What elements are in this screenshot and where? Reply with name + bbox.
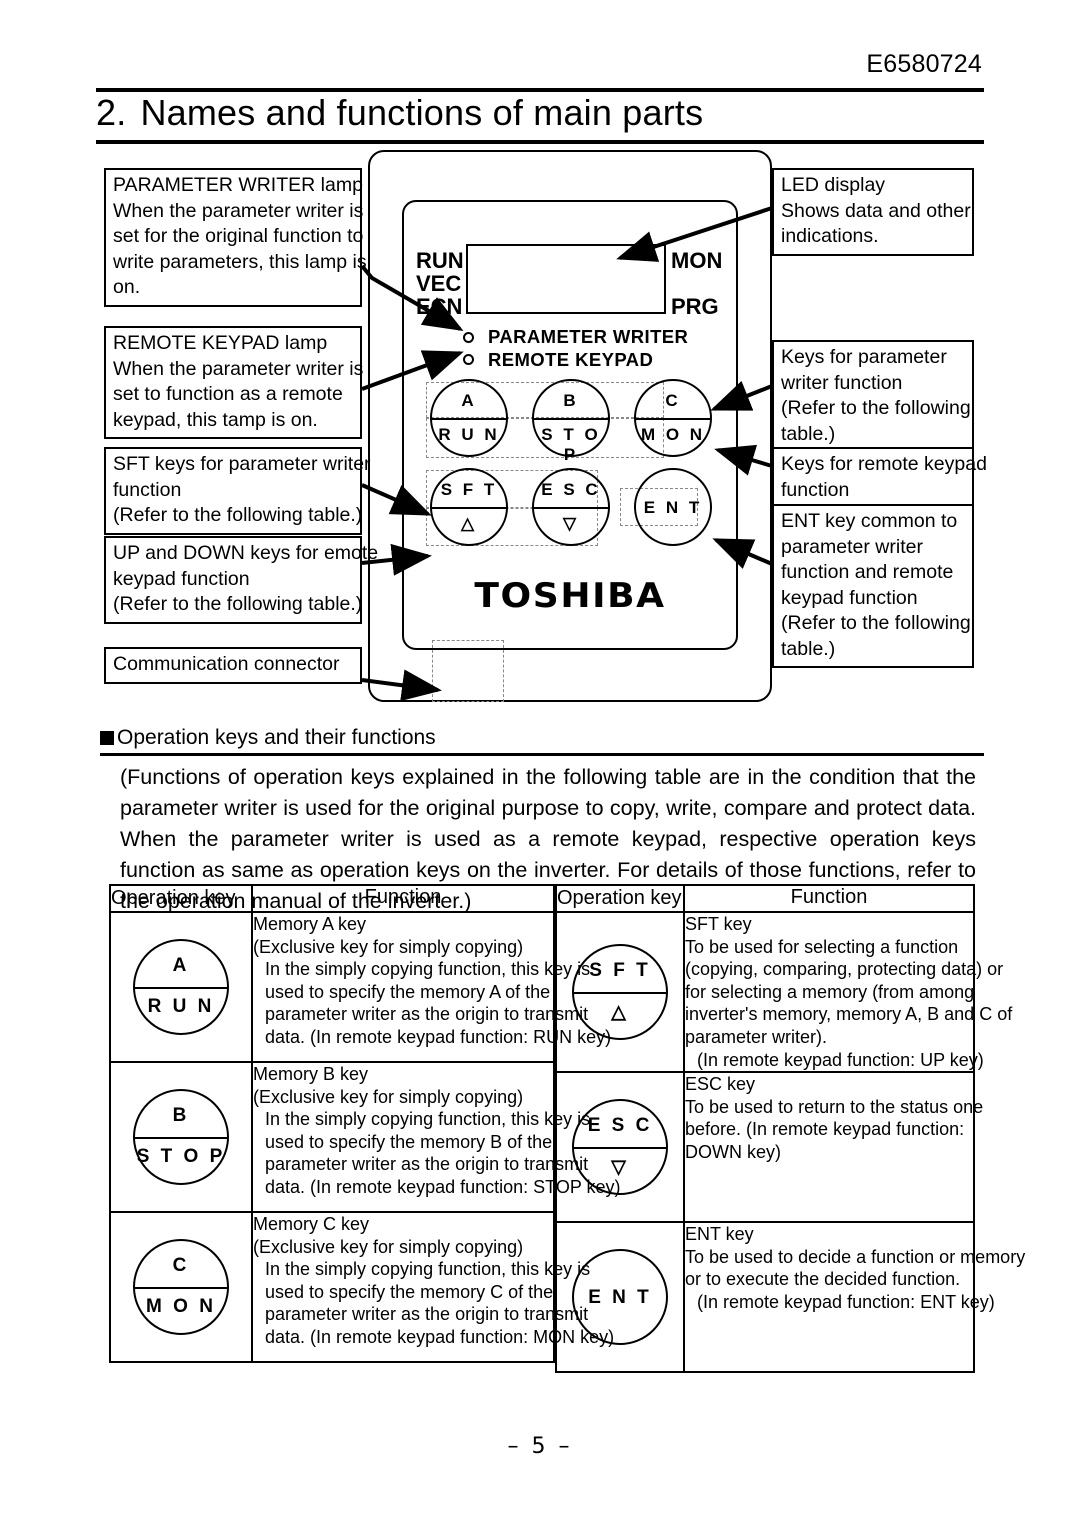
function-line: (Exclusive key for simply copying) <box>253 1086 524 1107</box>
function-line: for selecting a memory (from among <box>685 981 975 1002</box>
leader-lines <box>360 206 773 702</box>
table-row: E N T ENT key To be used to decide a funct… <box>555 1221 1026 1374</box>
key-bottom-label: M O N <box>146 1296 216 1317</box>
function-line: ENT key <box>685 1224 754 1245</box>
function-line: parameter writer as the origin to transm… <box>265 1004 589 1025</box>
function-line: In the simply copying function, this key… <box>265 1259 591 1280</box>
function-line: data. (In remote keypad function: MON ke… <box>265 1326 615 1347</box>
key-bottom-label: S T O P <box>136 1146 226 1167</box>
function-line: or to execute the decided function. <box>685 1269 961 1290</box>
section-heading-text: Operation keys and their functions <box>117 726 436 749</box>
header-function: Function <box>251 884 555 913</box>
key-top-label: B <box>172 1105 190 1126</box>
key-bottom-label: R U N <box>147 996 215 1017</box>
table-row: A R U N Memory A key (Exclusive key for sim… <box>109 911 612 1063</box>
header-operation-key: Operation key <box>555 884 685 913</box>
operation-key-cell: E N T <box>555 1221 685 1374</box>
chapter-title-text: Names and functions of main parts <box>140 92 704 133</box>
table-row: S F T △ SFT key To be used for selecting a … <box>555 910 1013 1074</box>
function-line: DOWN key) <box>685 1141 781 1162</box>
function-cell: Memory B key (Exclusive key for simply co… <box>251 1061 621 1213</box>
table-row: C M O N Memory C key (Exclusive key for sim… <box>109 1211 615 1363</box>
table-row: B S T O P Memory B key (Exclusive key for s… <box>109 1061 621 1213</box>
parts-diagram: RUN VEC ECN MON PRG PARAMETER WRITER REM… <box>0 146 1080 722</box>
key-top-label: A <box>172 955 190 976</box>
header-operation-key: Operation key <box>109 884 253 913</box>
right-key-glyph-2: E N T <box>572 1249 668 1346</box>
table-header-row: Operation key Function <box>109 884 555 913</box>
table-header-row: Operation key Function <box>555 884 975 913</box>
operation-key-table-right: Operation key Function S F T △ SFT key To b… <box>555 884 1026 1374</box>
page-title: 2. Names and functions of main parts <box>96 92 703 134</box>
operation-key-cell: B S T O P <box>109 1061 253 1213</box>
function-cell: Memory C key (Exclusive key for simply co… <box>251 1211 615 1363</box>
function-line: (Exclusive key for simply copying) <box>253 936 524 957</box>
function-line: To be used to decide a function or memor… <box>685 1246 1026 1267</box>
left-key-glyph-1: B S T O P <box>133 1089 229 1185</box>
right-key-glyph-1: E S C ▽ <box>572 1099 668 1196</box>
key-top-label: E S C <box>587 1115 653 1137</box>
operation-key-cell: A R U N <box>109 911 253 1063</box>
function-line: used to specify the memory B of the <box>265 1131 553 1152</box>
function-line: parameter writer as the origin to transm… <box>265 1304 589 1325</box>
chapter-number: 2. <box>96 92 127 133</box>
operation-key-cell: S F T △ <box>555 910 685 1074</box>
function-line: (In remote keypad function: UP key) <box>697 1049 984 1070</box>
title-rule-bottom <box>96 140 984 144</box>
function-line: data. (In remote keypad function: STOP k… <box>265 1176 621 1197</box>
key-top-label: S F T <box>589 960 651 982</box>
function-line: Memory A key <box>253 914 367 934</box>
function-line: (In remote keypad function: ENT key) <box>697 1291 995 1312</box>
section-rule <box>100 753 984 756</box>
function-line: used to specify the memory A of the <box>265 981 551 1002</box>
page-number: – 5 – <box>507 1434 573 1459</box>
function-line: inverter's memory, memory A, B and C of <box>685 1004 1013 1025</box>
function-line: SFT key <box>685 914 752 934</box>
header-function: Function <box>683 884 975 913</box>
bullet-square-icon <box>100 731 114 745</box>
function-line: Memory C key <box>253 1214 370 1234</box>
key-top-label: C <box>172 1255 190 1276</box>
function-line: In the simply copying function, this key… <box>265 959 591 980</box>
right-key-glyph-0: S F T △ <box>572 944 668 1041</box>
table-row: E S C ▽ ESC key To be used to return to the… <box>555 1071 984 1224</box>
function-line: (Exclusive key for simply copying) <box>253 1236 524 1257</box>
section-heading: Operation keys and their functions <box>100 726 436 750</box>
left-key-glyph-0: A R U N <box>133 939 229 1035</box>
function-cell: Memory A key (Exclusive key for simply co… <box>251 911 612 1063</box>
function-cell: ESC key To be used to return to the statu… <box>683 1071 984 1224</box>
document-code: E6580724 <box>866 50 982 78</box>
function-line: parameter writer as the origin to transm… <box>265 1154 589 1175</box>
function-line: used to specify the memory C of the <box>265 1281 554 1302</box>
key-label: E N T <box>588 1287 652 1309</box>
function-line: In the simply copying function, this key… <box>265 1109 591 1130</box>
operation-key-table-left: Operation key Function A R U N Memory A ke… <box>109 884 621 1363</box>
function-cell: SFT key To be used for selecting a functi… <box>683 910 1013 1074</box>
function-line: data. (In remote keypad function: RUN ke… <box>265 1026 612 1047</box>
function-line: To be used for selecting a function <box>685 936 959 957</box>
function-line: (copying, comparing, protecting data) or <box>685 959 1004 980</box>
function-line: Memory B key <box>253 1064 369 1084</box>
left-key-glyph-2: C M O N <box>133 1239 229 1335</box>
function-line: before. (In remote keypad function: <box>685 1119 965 1140</box>
key-bottom-label: △ <box>611 1002 629 1024</box>
function-line: parameter writer). <box>685 1026 828 1047</box>
operation-key-cell: C M O N <box>109 1211 253 1363</box>
operation-key-cell: E S C ▽ <box>555 1071 685 1224</box>
function-line: To be used to return to the status one <box>685 1096 984 1117</box>
function-line: ESC key <box>685 1074 756 1095</box>
key-bottom-label: ▽ <box>611 1157 629 1179</box>
function-cell: ENT key To be used to decide a function o… <box>683 1221 1026 1374</box>
